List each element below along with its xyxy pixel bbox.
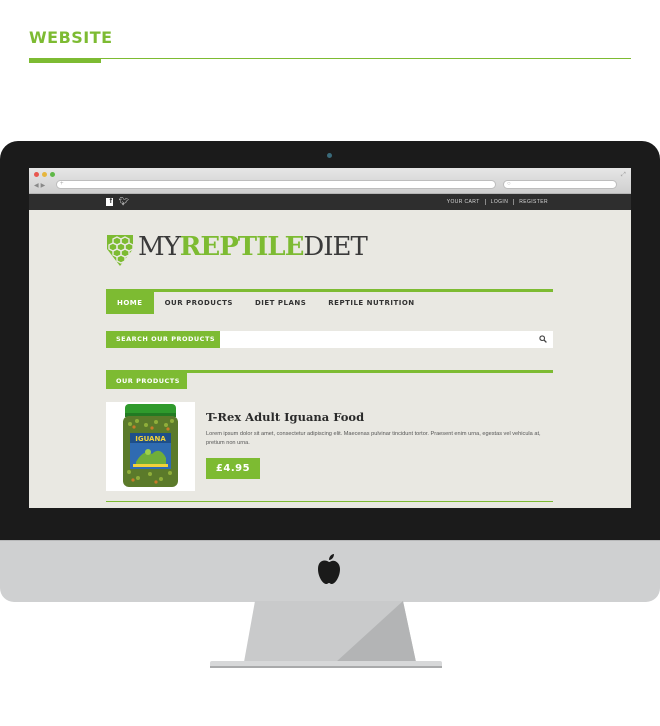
minimize-window-button[interactable] [42, 172, 47, 177]
jar-label-text: IGUANA [135, 435, 166, 443]
nav-reptile-nutrition[interactable]: REPTILE NUTRITION [317, 292, 425, 314]
browser-screen: ◀▶ + ○ ⤢ f 🐦︎ YOUR CART LOGIN REGISTER M… [29, 168, 631, 508]
fullscreen-icon[interactable]: ⤢ [621, 172, 626, 179]
address-bar[interactable]: + [56, 180, 496, 189]
title-accent-bar [29, 58, 101, 63]
your-cart-link[interactable]: YOUR CART [442, 199, 485, 205]
nav-our-products[interactable]: OUR PRODUCTS [154, 292, 244, 314]
search-label: SEARCH OUR PRODUCTS [106, 331, 220, 348]
nav-home[interactable]: HOME [106, 292, 154, 314]
account-links: YOUR CART LOGIN REGISTER [442, 194, 553, 210]
login-link[interactable]: LOGIN [484, 199, 514, 205]
site-logo[interactable]: MYREPTILEDIET [138, 232, 368, 262]
title-divider [29, 58, 631, 59]
camera-icon [327, 153, 332, 158]
product-description: Lorem ipsum dolor sit amet, consectetur … [206, 431, 541, 446]
search-icon[interactable] [539, 335, 547, 343]
product-divider [106, 501, 553, 502]
twitter-icon[interactable]: 🐦︎ [119, 197, 129, 206]
product-title[interactable]: T-Rex Adult Iguana Food [206, 410, 364, 424]
main-nav: HOME OUR PRODUCTS DIET PLANS REPTILE NUT… [106, 292, 426, 314]
logo-my: MY [138, 232, 181, 262]
product-image[interactable]: IGUANA [106, 402, 195, 491]
nav-diet-plans[interactable]: DIET PLANS [244, 292, 317, 314]
facebook-icon[interactable]: f [106, 198, 113, 206]
product-search[interactable]: SEARCH OUR PRODUCTS [106, 331, 553, 348]
apple-logo-icon [318, 554, 340, 584]
maximize-window-button[interactable] [50, 172, 55, 177]
page: WEBSITE ◀▶ + ○ ⤢ f 🐦︎ YOUR CART LOGIN RE… [0, 0, 660, 726]
section-title: WEBSITE [29, 28, 113, 47]
site-topbar: f 🐦︎ YOUR CART LOGIN REGISTER [29, 194, 631, 210]
browser-toolbar: ◀▶ + ○ ⤢ [29, 168, 631, 194]
back-forward-icon[interactable]: ◀▶ [34, 182, 47, 189]
logo-shield-icon[interactable] [106, 233, 134, 267]
close-window-button[interactable] [34, 172, 39, 177]
food-jar-icon: IGUANA [123, 404, 178, 487]
register-link[interactable]: REGISTER [513, 199, 553, 205]
price-button[interactable]: £4.95 [206, 458, 260, 479]
imac-stand [210, 601, 442, 668]
logo-reptile: REPTILE [179, 232, 305, 262]
browser-search-field[interactable]: ○ [503, 180, 617, 189]
logo-diet: DIET [303, 232, 367, 262]
products-section-label: OUR PRODUCTS [106, 370, 187, 389]
